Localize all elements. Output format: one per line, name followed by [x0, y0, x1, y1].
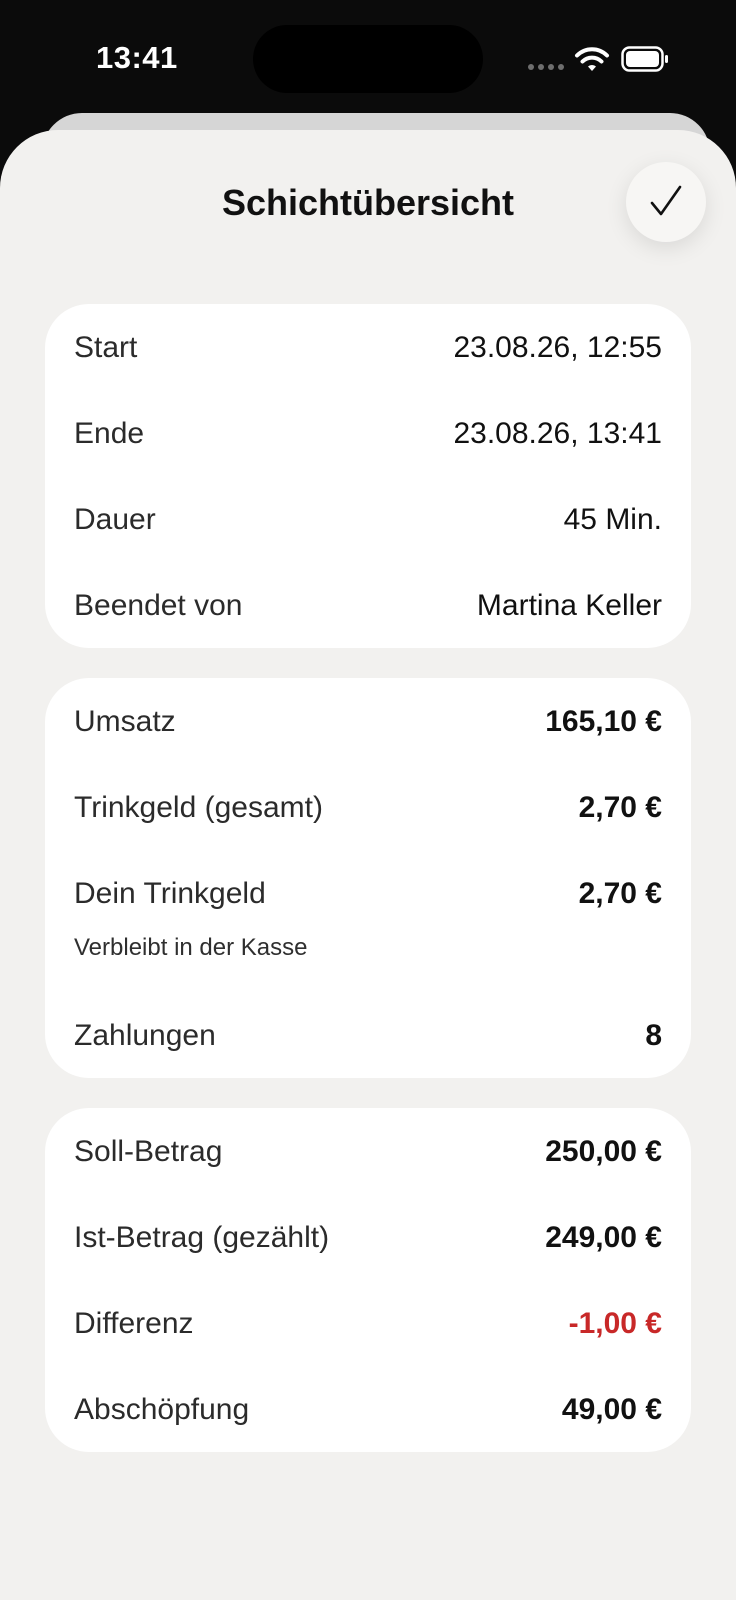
dynamic-island	[253, 25, 483, 93]
row-label: Dauer	[74, 503, 156, 536]
row-ended-by: Beendet von Martina Keller	[74, 586, 662, 626]
row-label: Ende	[74, 417, 145, 450]
sales-card: Umsatz 165,10 € Trinkgeld (gesamt) 2,70 …	[45, 678, 691, 1078]
row-value: 23.08.26, 12:55	[453, 331, 662, 364]
row-duration: Dauer 45 Min.	[74, 500, 662, 540]
row-end: Ende 23.08.26, 13:41	[74, 414, 662, 454]
row-your-tip: Dein Trinkgeld 2,70 €	[74, 874, 662, 914]
row-label: Ist-Betrag (gezählt)	[74, 1221, 330, 1254]
row-label: Dein Trinkgeld	[74, 877, 266, 910]
row-label: Soll-Betrag	[74, 1135, 223, 1168]
checkmark-icon	[650, 185, 682, 216]
row-label: Start	[74, 331, 138, 364]
wifi-icon	[575, 47, 609, 71]
row-tips-total: Trinkgeld (gesamt) 2,70 €	[74, 788, 662, 828]
row-value: 250,00 €	[545, 1135, 662, 1168]
row-skim: Abschöpfung 49,00 €	[74, 1390, 662, 1430]
row-revenue: Umsatz 165,10 €	[74, 702, 662, 742]
row-counted-amount: Ist-Betrag (gezählt) 249,00 €	[74, 1218, 662, 1258]
row-label: Umsatz	[74, 705, 176, 738]
row-target-amount: Soll-Betrag 250,00 €	[74, 1132, 662, 1172]
row-value: 23.08.26, 13:41	[453, 417, 662, 450]
row-value: 249,00 €	[545, 1221, 662, 1254]
row-difference: Differenz -1,00 €	[74, 1304, 662, 1344]
row-label: Differenz	[74, 1307, 194, 1340]
row-value: Martina Keller	[476, 589, 662, 622]
row-label: Beendet von	[74, 589, 243, 622]
row-value: 49,00 €	[561, 1393, 662, 1426]
row-label: Abschöpfung	[74, 1393, 250, 1426]
done-button[interactable]	[626, 162, 706, 242]
cash-card: Soll-Betrag 250,00 € Ist-Betrag (gezählt…	[45, 1108, 691, 1452]
row-value: 2,70 €	[578, 877, 662, 910]
row-value: 45 Min.	[563, 503, 662, 536]
tip-note: Verbleibt in der Kasse	[74, 934, 308, 961]
battery-icon	[621, 46, 668, 72]
row-value-negative: -1,00 €	[568, 1307, 662, 1340]
status-bar: 13:41	[0, 0, 736, 120]
row-value: 8	[645, 1019, 662, 1052]
cellular-signal-icon	[528, 64, 564, 70]
shift-details-card: Start 23.08.26, 12:55 Ende 23.08.26, 13:…	[45, 304, 691, 648]
row-label: Trinkgeld (gesamt)	[74, 791, 323, 824]
row-value: 165,10 €	[545, 705, 662, 738]
status-time: 13:41	[96, 40, 178, 75]
row-start: Start 23.08.26, 12:55	[74, 328, 662, 368]
shift-summary-sheet: Schichtübersicht Start 23.08.26, 12:55 E…	[0, 130, 736, 1600]
row-value: 2,70 €	[578, 791, 662, 824]
row-label: Zahlungen	[74, 1019, 216, 1052]
row-payments: Zahlungen 8	[74, 1016, 662, 1056]
